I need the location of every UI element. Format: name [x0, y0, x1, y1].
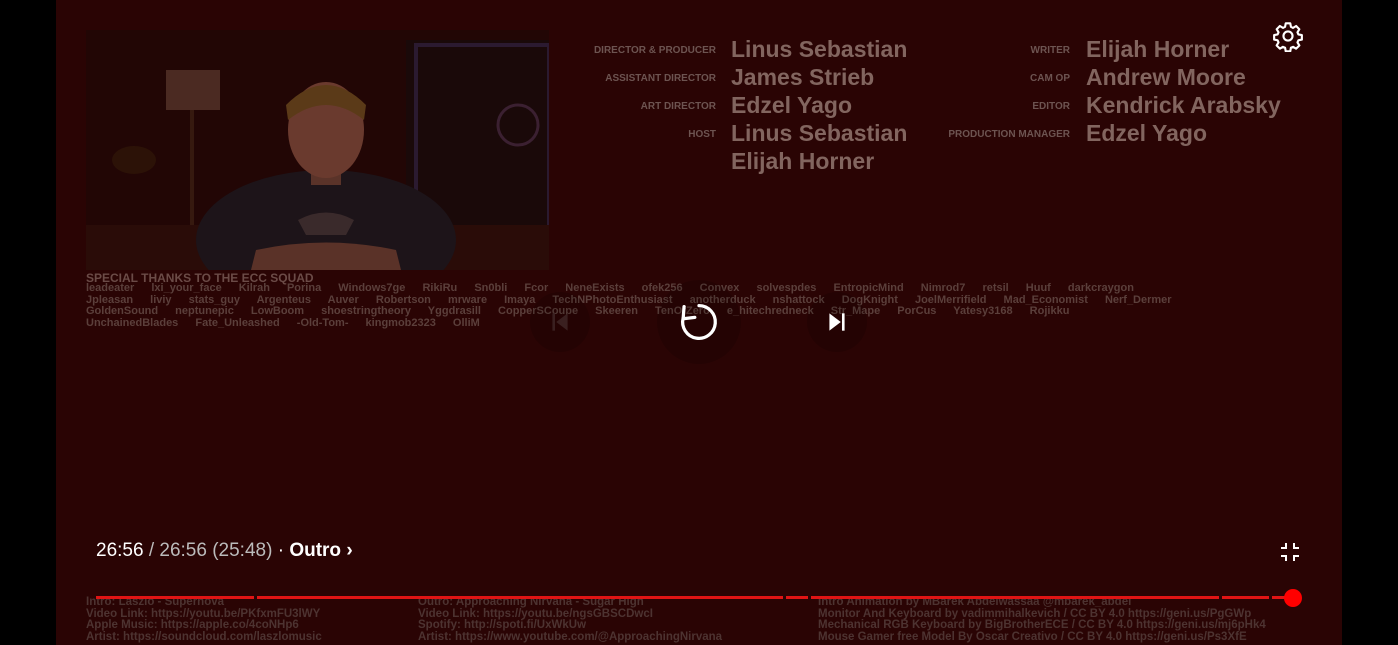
- credit-row: HOST Linus Sebastian: [560, 120, 920, 148]
- chapter-segment: [786, 596, 808, 599]
- credit-row: EDITOR Kendrick Arabsky: [926, 92, 1306, 120]
- credit-name: Edzel Yago: [1086, 120, 1208, 146]
- description-line: Mechanical RGB Keyboard by BigBrotherECE…: [818, 619, 1266, 631]
- exit-fullscreen-icon: [1281, 543, 1299, 561]
- description-column: Intro Animation by MBarek Abdelwassaa @m…: [818, 596, 1266, 643]
- description-line: Apple Music: https://apple.co/4coNHp6: [86, 619, 299, 631]
- chapter-segment: [811, 596, 1219, 599]
- video-player[interactable]: DIRECTOR & PRODUCER Linus Sebastian ASSI…: [56, 0, 1342, 645]
- credit-name: Andrew Moore: [1086, 64, 1246, 90]
- progress-scrubber[interactable]: [1284, 589, 1302, 607]
- description-column: Intro: Laszlo - Supernova Video Link: ht…: [86, 596, 322, 643]
- credit-row: Elijah Horner: [560, 148, 920, 176]
- current-time: 26:56: [96, 540, 144, 561]
- chapter-button[interactable]: Outro ›: [289, 540, 352, 561]
- credit-name: Edzel Yago: [731, 92, 853, 118]
- skip-next-icon: [829, 313, 845, 331]
- credits-right: WRITER Elijah Horner CAM OP Andrew Moore…: [926, 36, 1306, 148]
- chapter-segment: [1222, 596, 1269, 599]
- chapter-title: Outro: [289, 540, 342, 561]
- credit-role: ASSISTANT DIRECTOR: [605, 73, 716, 84]
- skip-previous-icon: [552, 313, 568, 331]
- credit-role: DIRECTOR & PRODUCER: [593, 45, 716, 56]
- description-line: Artist: https://soundcloud.com/laszlomus…: [86, 630, 322, 643]
- credit-name: Linus Sebastian: [731, 120, 908, 146]
- credit-row: ART DIRECTOR Edzel Yago: [560, 92, 920, 120]
- credits-left: DIRECTOR & PRODUCER Linus Sebastian ASSI…: [560, 36, 920, 176]
- chapter-segment: [257, 596, 783, 599]
- description-line: Mouse Gamer free Model By Oscar Creativo…: [818, 630, 1247, 643]
- host-figure: [196, 82, 456, 270]
- time-display: 26:56 / 26:56 (25:48) · Outro ›: [96, 540, 353, 562]
- credit-role: HOST: [688, 129, 716, 140]
- duration: 26:56 (25:48): [159, 540, 273, 561]
- credit-name: Elijah Horner: [731, 148, 875, 174]
- video-thumbnail: [86, 30, 549, 270]
- credit-name: James Strieb: [731, 64, 875, 90]
- chapter-segment: [96, 596, 254, 599]
- credit-row: ASSISTANT DIRECTOR James Strieb: [560, 64, 920, 92]
- credit-row: WRITER Elijah Horner: [926, 36, 1306, 64]
- chapter-dot: ·: [272, 540, 290, 561]
- credit-name: Elijah Horner: [1086, 36, 1230, 62]
- replay-button[interactable]: [657, 280, 741, 364]
- description-column: Outro: Approaching Nirvana - Sugar High …: [418, 596, 723, 643]
- next-button[interactable]: [807, 292, 867, 352]
- chevron-right-icon: ›: [346, 540, 353, 561]
- exit-fullscreen-button[interactable]: [1278, 540, 1302, 564]
- time-separator: /: [143, 540, 160, 561]
- description-line: Spotify: http://spoti.fi/UxWkUw: [418, 619, 587, 631]
- credit-role: EDITOR: [1032, 101, 1070, 112]
- description-line: Artist: https://www.youtube.com/@Approac…: [418, 630, 723, 643]
- credit-role: ART DIRECTOR: [640, 101, 716, 112]
- progress-bar[interactable]: [96, 596, 1292, 599]
- settings-button[interactable]: [1272, 20, 1304, 53]
- previous-button[interactable]: [530, 292, 590, 352]
- replay-icon: [681, 304, 717, 340]
- credit-name: Kendrick Arabsky: [1086, 92, 1281, 118]
- credit-row: CAM OP Andrew Moore: [926, 64, 1306, 92]
- credit-row: PRODUCTION MANAGER Edzel Yago: [926, 120, 1306, 148]
- credit-role: CAM OP: [1030, 73, 1070, 84]
- credit-role: WRITER: [1030, 45, 1070, 56]
- gear-icon: [1273, 22, 1303, 53]
- credit-row: DIRECTOR & PRODUCER Linus Sebastian: [560, 36, 920, 64]
- credit-name: Linus Sebastian: [731, 36, 908, 62]
- credit-role: PRODUCTION MANAGER: [948, 129, 1070, 140]
